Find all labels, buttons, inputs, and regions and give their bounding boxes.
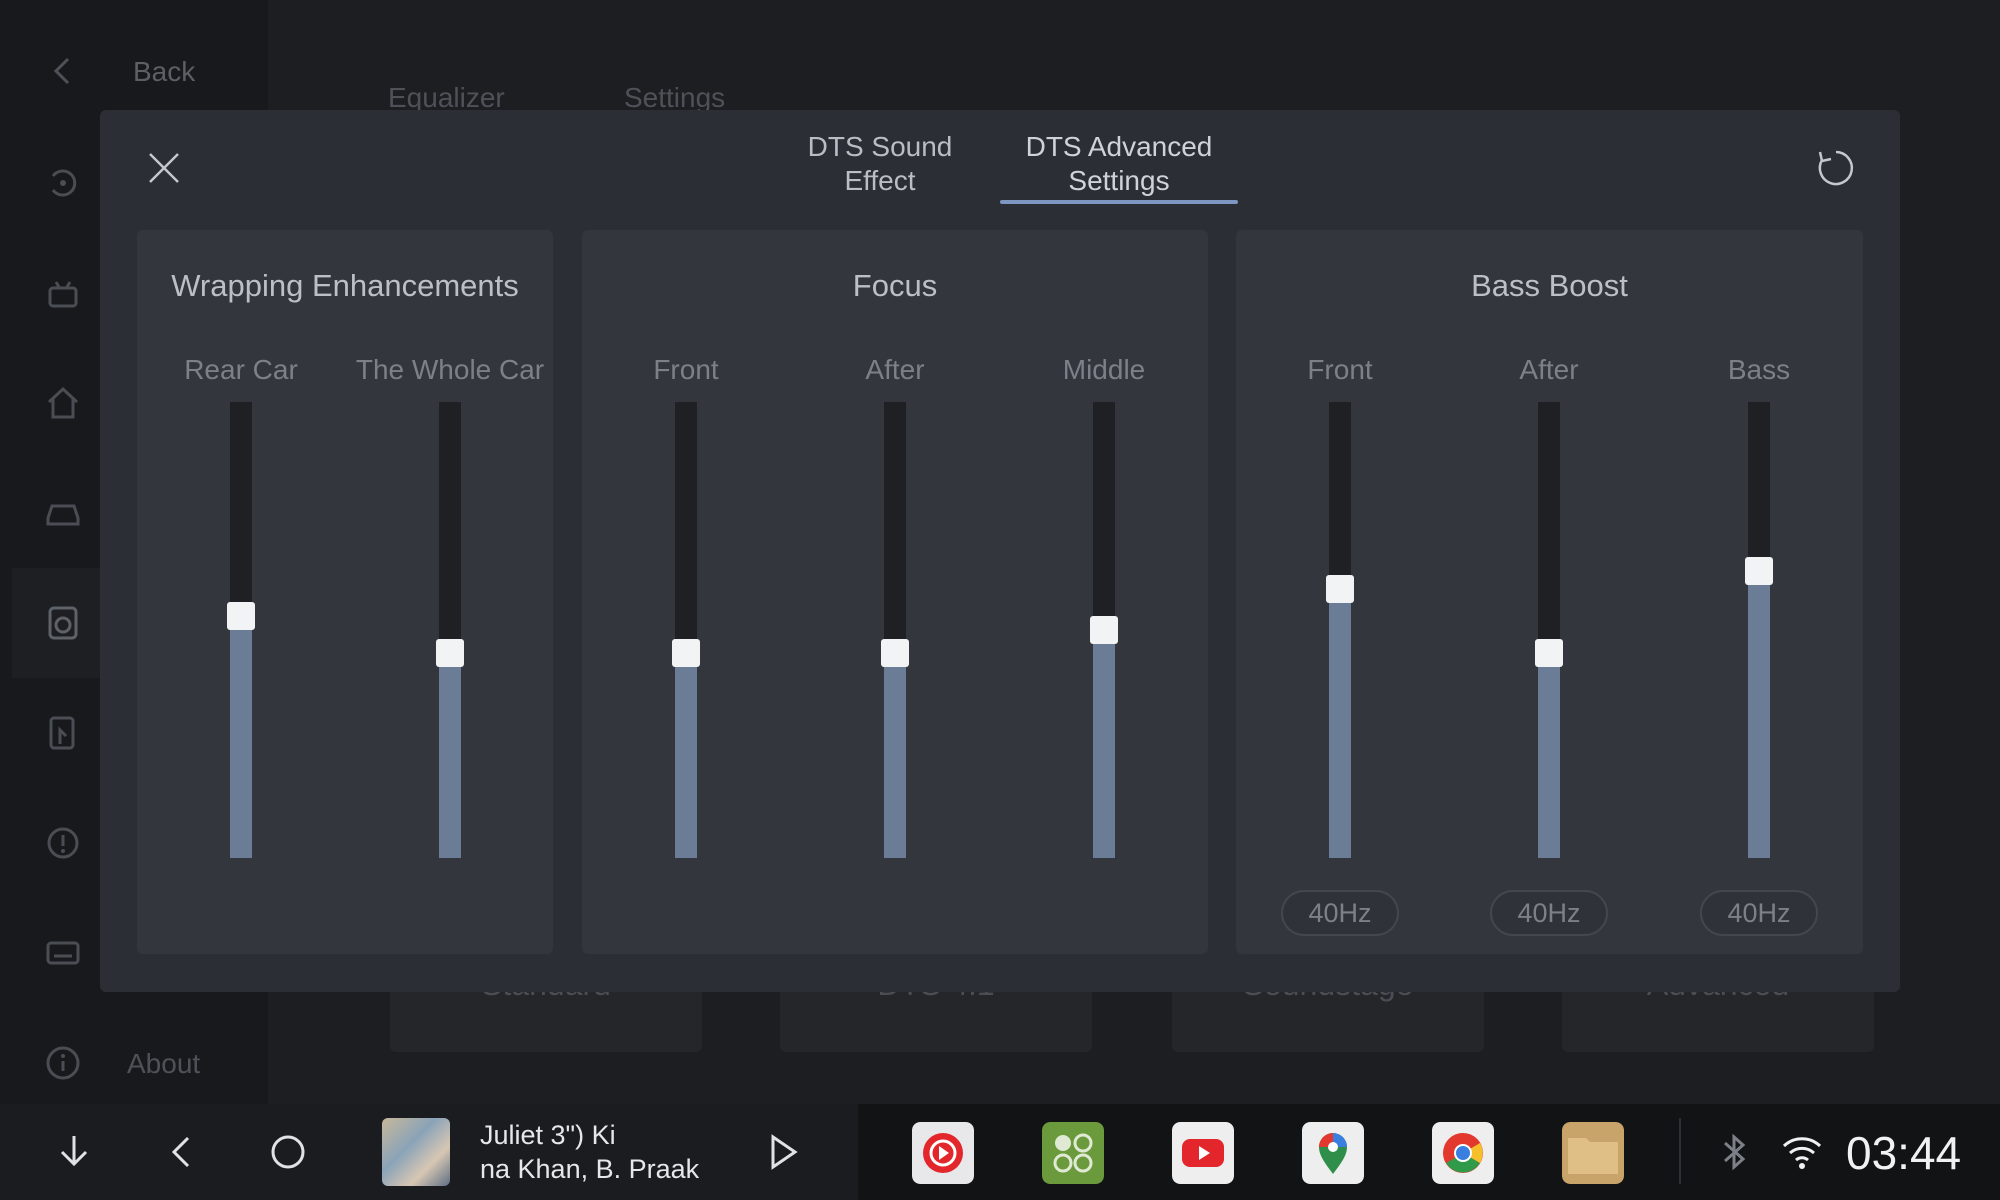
tab-label: DTS Sound Effect — [807, 131, 953, 196]
back-label[interactable]: Back — [133, 56, 195, 88]
slider-track[interactable] — [436, 402, 464, 858]
files-app-icon[interactable] — [1562, 1122, 1624, 1184]
android-icon[interactable] — [44, 274, 82, 312]
tab-label: DTS Advanced Settings — [1025, 131, 1213, 196]
chrome-app-icon[interactable] — [1432, 1122, 1494, 1184]
panel-focus: Focus Front After Middle — [582, 230, 1208, 954]
slider-track[interactable] — [1090, 402, 1118, 858]
frequency-selector[interactable]: 40Hz — [1490, 890, 1608, 936]
slider-handle[interactable] — [881, 638, 909, 667]
slider-label: Bass — [1727, 354, 1791, 385]
slider-front: Front — [586, 230, 786, 954]
slider-track[interactable] — [1326, 402, 1354, 858]
slider-after: After 40Hz — [1449, 230, 1649, 954]
keyboard-icon[interactable] — [44, 934, 82, 972]
slider-front: Front 40Hz — [1240, 230, 1440, 954]
dts-settings-dialog: DTS Sound Effect DTS Advanced Settings Wra… — [100, 110, 1900, 992]
slider-rear-car: Rear Car — [141, 230, 341, 954]
chevron-down-icon[interactable] — [52, 1130, 96, 1174]
slider-handle[interactable] — [436, 638, 464, 667]
slider-fill — [1093, 630, 1115, 858]
reset-icon[interactable] — [1814, 146, 1858, 190]
slider-track[interactable] — [227, 402, 255, 858]
slider-fill — [1748, 570, 1770, 858]
slider-the-whole-car: The Whole Car — [350, 230, 550, 954]
frequency-selector[interactable]: 40Hz — [1281, 890, 1399, 936]
slider-handle[interactable] — [1745, 556, 1773, 585]
info-icon[interactable] — [44, 1044, 82, 1082]
nav-home-icon[interactable] — [266, 1130, 310, 1174]
youtube-music-app-icon[interactable] — [912, 1122, 974, 1184]
slider-middle: Middle — [1004, 230, 1204, 954]
status-divider — [1679, 1118, 1681, 1184]
touch-icon[interactable] — [44, 714, 82, 752]
slider-bass: Bass 40Hz — [1659, 230, 1859, 954]
media-controls-area: Juliet 3") Ki na Khan, B. Praak, — [0, 1104, 858, 1200]
system-bar: Juliet 3") Ki na Khan, B. Praak, 03:44 — [0, 1104, 2000, 1200]
alert-icon[interactable] — [44, 824, 82, 862]
panel-wrapping-enhancements: Wrapping Enhancements Rear Car The Whole … — [137, 230, 553, 954]
back-arrow-icon[interactable] — [48, 56, 78, 86]
slider-track[interactable] — [1535, 402, 1563, 858]
slider-fill — [230, 616, 252, 858]
slider-handle[interactable] — [1090, 616, 1118, 644]
slider-fill — [1538, 652, 1560, 858]
nav-back-icon[interactable] — [160, 1130, 204, 1174]
close-icon[interactable] — [142, 146, 186, 190]
slider-handle[interactable] — [227, 602, 255, 631]
clock: 03:44 — [1846, 1127, 1962, 1179]
bluetooth-icon[interactable] — [1712, 1130, 1756, 1174]
slider-fill — [675, 652, 697, 858]
tab-dts-advanced-settings[interactable]: DTS Advanced Settings — [1000, 130, 1238, 204]
speaker-icon[interactable] — [44, 604, 82, 642]
panel-bass-boost: Bass Boost Front 40Hz After 40Hz Bass 40Hz — [1236, 230, 1863, 954]
maps-app-icon[interactable] — [1302, 1122, 1364, 1184]
slider-track[interactable] — [1745, 402, 1773, 858]
track-artist[interactable]: na Khan, B. Praak, — [480, 1154, 700, 1185]
slider-after: After — [795, 230, 995, 954]
slider-fill — [439, 652, 461, 858]
slider-track[interactable] — [881, 402, 909, 858]
home-icon[interactable] — [44, 384, 82, 422]
slider-fill — [884, 652, 906, 858]
slider-track[interactable] — [672, 402, 700, 858]
slider-handle[interactable] — [1535, 638, 1563, 667]
play-icon[interactable] — [760, 1130, 804, 1174]
car-icon[interactable] — [44, 494, 82, 532]
active-tab-indicator — [1000, 200, 1238, 204]
slider-handle[interactable] — [1326, 574, 1354, 603]
tab-dts-sound-effect[interactable]: DTS Sound Effect — [780, 130, 980, 198]
slider-fill — [1329, 588, 1351, 858]
album-art[interactable] — [382, 1118, 450, 1186]
rotate-icon[interactable] — [44, 164, 82, 202]
apps-launcher-icon[interactable] — [1042, 1122, 1104, 1184]
frequency-selector[interactable]: 40Hz — [1700, 890, 1818, 936]
youtube-app-icon[interactable] — [1172, 1122, 1234, 1184]
wifi-icon[interactable] — [1780, 1130, 1824, 1174]
slider-handle[interactable] — [672, 638, 700, 667]
track-title[interactable]: Juliet 3") Ki — [480, 1120, 700, 1151]
about-label[interactable]: About — [127, 1048, 200, 1080]
